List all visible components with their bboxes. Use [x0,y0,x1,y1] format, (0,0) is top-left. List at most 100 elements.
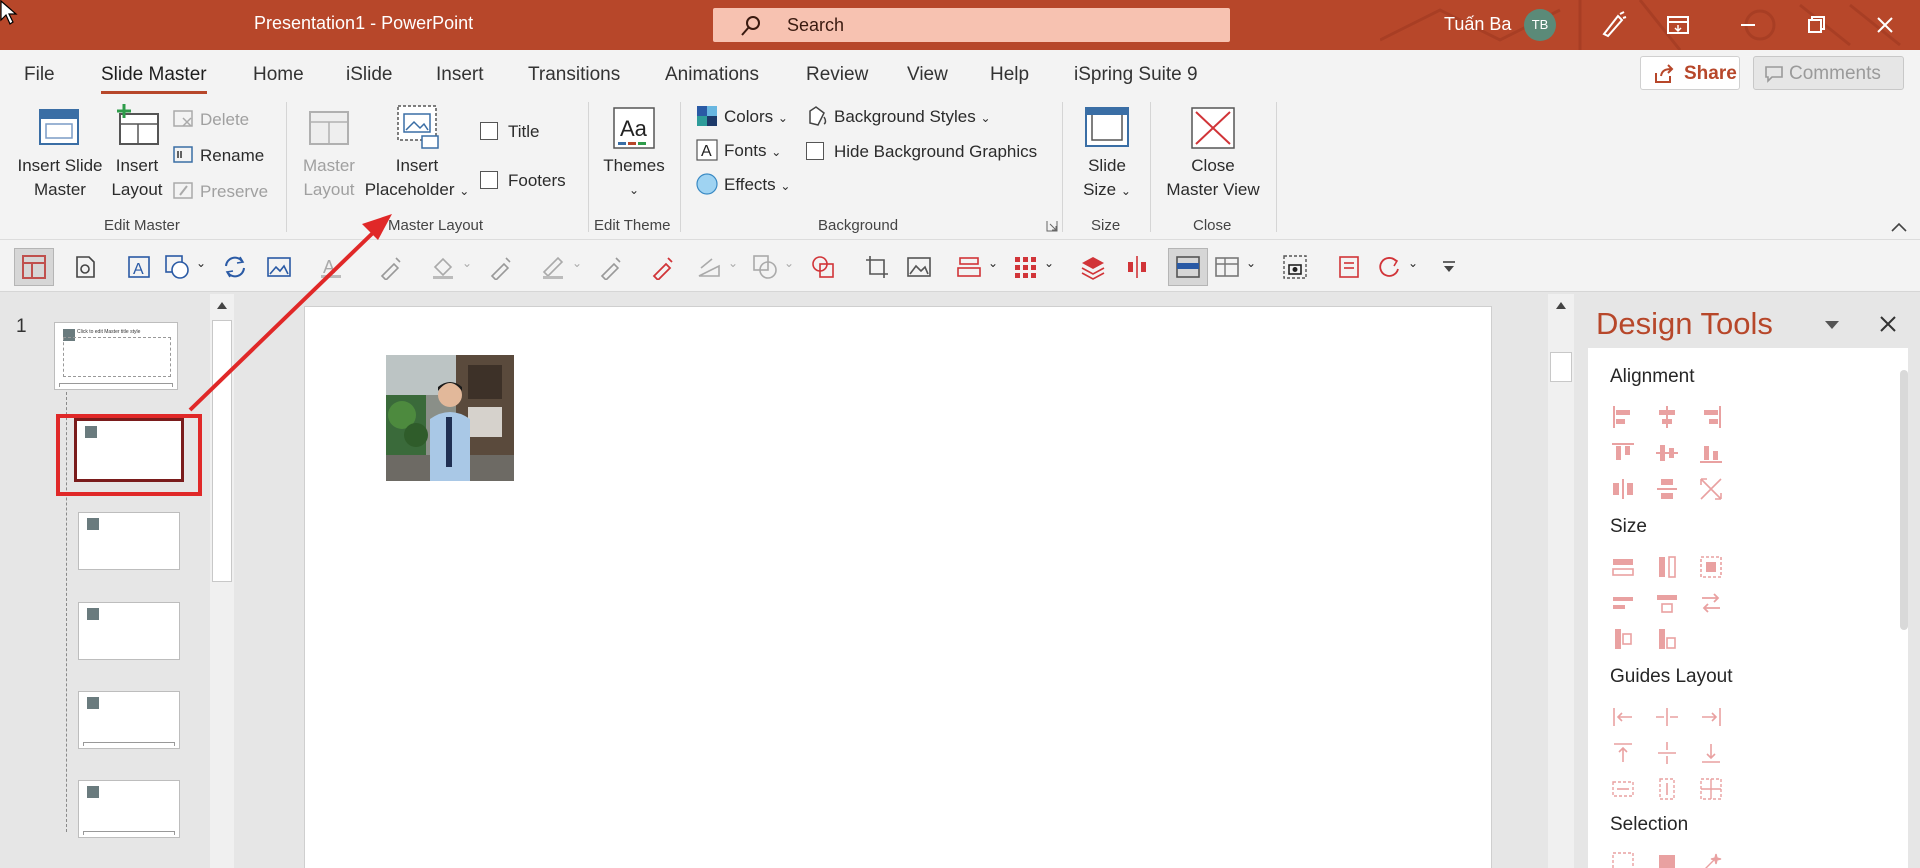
guide-middle-icon[interactable] [1654,740,1680,766]
layout-view-icon[interactable] [21,254,47,280]
title-checkbox-box[interactable] [480,122,498,140]
swap-size-icon[interactable] [1698,590,1724,616]
chevron-down-icon[interactable]: ⌄ [784,256,794,270]
fonts-dropdown[interactable]: A Fonts ⌄ [696,139,781,164]
select-magic-icon[interactable] [1698,850,1724,868]
close-master-view-button[interactable]: Close Master View [1160,154,1266,202]
title-checkbox[interactable]: Title [480,120,540,144]
layers-icon[interactable] [1080,254,1106,280]
tab-view[interactable]: View [907,64,948,86]
select-similar-icon[interactable] [1610,850,1636,868]
pane-options-icon[interactable] [1824,320,1840,330]
slide-library-icon[interactable] [1336,254,1362,280]
scroll-up-icon[interactable] [216,300,228,310]
shape-effects-icon[interactable] [752,254,778,280]
insert-placeholder-button[interactable]: Insert Placeholder ⌄ [362,154,472,203]
eyedropper-icon[interactable] [378,254,404,280]
select-shape-icon[interactable] [1654,850,1680,868]
chevron-down-icon[interactable]: ⌄ [728,256,738,270]
footers-checkbox-box[interactable] [480,171,498,189]
fit-height-icon[interactable] [1654,590,1680,616]
resize-right-icon[interactable] [1654,626,1680,652]
insert-slide-master-button[interactable]: Insert Slide Master [10,154,110,202]
matrix-icon[interactable] [1012,254,1038,280]
screenshot-icon[interactable] [1282,254,1308,280]
close-pane-icon[interactable] [1878,314,1898,334]
tab-review[interactable]: Review [806,64,868,86]
shape-icon[interactable] [164,254,190,280]
thumbnail-scrollbar[interactable] [210,294,234,868]
pen-icon[interactable] [1598,10,1628,40]
resize-left-icon[interactable] [1610,626,1636,652]
slide-canvas[interactable] [304,306,1492,868]
tab-transitions[interactable]: Transitions [528,64,620,86]
guide-right-icon[interactable] [1698,704,1724,730]
search-box[interactable]: Search [713,8,1230,42]
design-tools-scrollbar[interactable] [1900,370,1908,630]
chevron-down-icon[interactable]: ⌄ [988,256,998,270]
restore-icon[interactable] [1801,10,1831,40]
insert-layout-button[interactable]: Insert Layout [106,154,168,202]
layout-thumbnail[interactable] [78,780,180,838]
table-icon[interactable] [1214,254,1240,280]
same-size-icon[interactable] [1698,554,1724,580]
tab-insert[interactable]: Insert [436,64,484,86]
align-right-icon[interactable] [1698,404,1724,430]
guide-horizontal-icon[interactable] [1610,776,1636,802]
scrollbar-thumb[interactable] [1550,352,1572,382]
align-top-icon[interactable] [1610,440,1636,466]
scroll-up-icon[interactable] [1555,300,1567,310]
align-center-icon[interactable] [1654,404,1680,430]
picture-icon[interactable] [266,254,292,280]
rename-button[interactable]: Rename [172,144,264,168]
customize-toolbar-icon[interactable] [1436,254,1462,280]
guide-left-icon[interactable] [1610,704,1636,730]
tab-animations[interactable]: Animations [665,64,759,86]
image-icon[interactable] [906,254,932,280]
fill-color-icon[interactable] [430,254,456,280]
refresh-icon[interactable] [1376,254,1402,280]
effects-dropdown[interactable]: Effects ⌄ [696,173,790,198]
export-icon[interactable] [72,254,98,280]
hide-background-graphics-box[interactable] [806,142,824,160]
preserve-button[interactable]: Preserve [172,180,268,204]
distribute-vertical-icon[interactable] [1654,476,1680,502]
layout-thumbnail[interactable] [78,602,180,660]
tab-islide[interactable]: iSlide [346,64,392,86]
themes-button[interactable]: Themes ⌄ [596,154,672,202]
chevron-down-icon[interactable]: ⌄ [1408,256,1418,270]
delete-button[interactable]: Delete [172,108,249,132]
guide-grid-icon[interactable] [1698,776,1724,802]
tab-slide-master[interactable]: Slide Master [101,64,207,94]
ribbon-display-icon[interactable] [1663,10,1693,40]
hide-background-graphics-checkbox[interactable]: Hide Background Graphics [806,140,1037,164]
crop-icon[interactable] [864,254,890,280]
line-color-icon[interactable] [540,254,566,280]
scrollbar-thumb[interactable] [212,320,232,582]
fit-width-icon[interactable] [1610,590,1636,616]
align-bottom-icon[interactable] [1698,440,1724,466]
chevron-down-icon[interactable]: ⌄ [462,256,472,270]
eyedropper-icon[interactable] [488,254,514,280]
background-styles-dropdown[interactable]: Background Styles ⌄ [806,105,991,130]
tab-ispring[interactable]: iSpring Suite 9 [1074,64,1198,86]
collapse-ribbon-icon[interactable] [1890,220,1908,234]
slide-size-button[interactable]: Slide Size ⌄ [1076,154,1138,203]
guide-top-icon[interactable] [1610,740,1636,766]
master-layout-button[interactable]: Master Layout [296,154,362,202]
align-left-icon[interactable] [1610,404,1636,430]
merge-shapes-icon[interactable] [810,254,836,280]
close-icon[interactable] [1870,10,1900,40]
tab-home[interactable]: Home [253,64,304,86]
align-icon[interactable] [956,254,982,280]
dialog-launcher-icon[interactable] [1046,220,1058,232]
chevron-down-icon[interactable]: ⌄ [1044,256,1054,270]
shadow-icon[interactable] [696,254,722,280]
eyedropper-red-icon[interactable] [650,254,676,280]
master-slide-thumbnail[interactable]: Click to edit Master title style [54,322,178,390]
slide-scrollbar[interactable] [1548,294,1574,868]
minimize-icon[interactable] [1733,10,1763,40]
share-button[interactable]: Share [1640,56,1740,90]
eyedropper-icon[interactable] [598,254,624,280]
panel-icon[interactable] [1175,254,1201,280]
